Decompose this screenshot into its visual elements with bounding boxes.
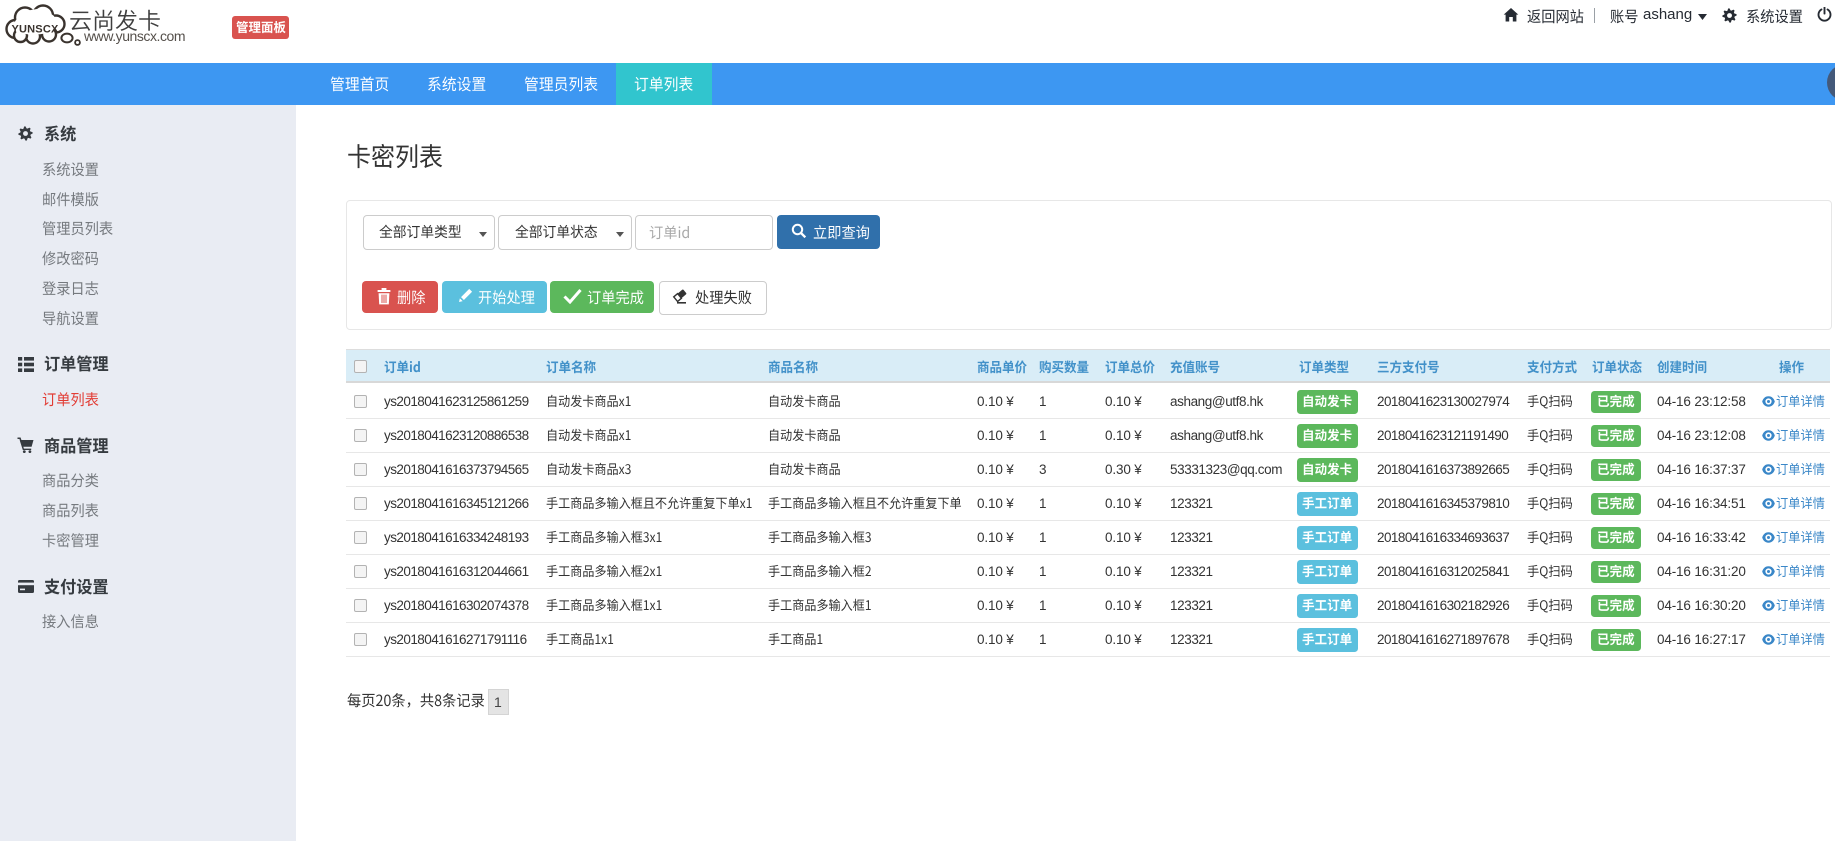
svg-text:YUNSCX: YUNSCX	[11, 24, 59, 36]
